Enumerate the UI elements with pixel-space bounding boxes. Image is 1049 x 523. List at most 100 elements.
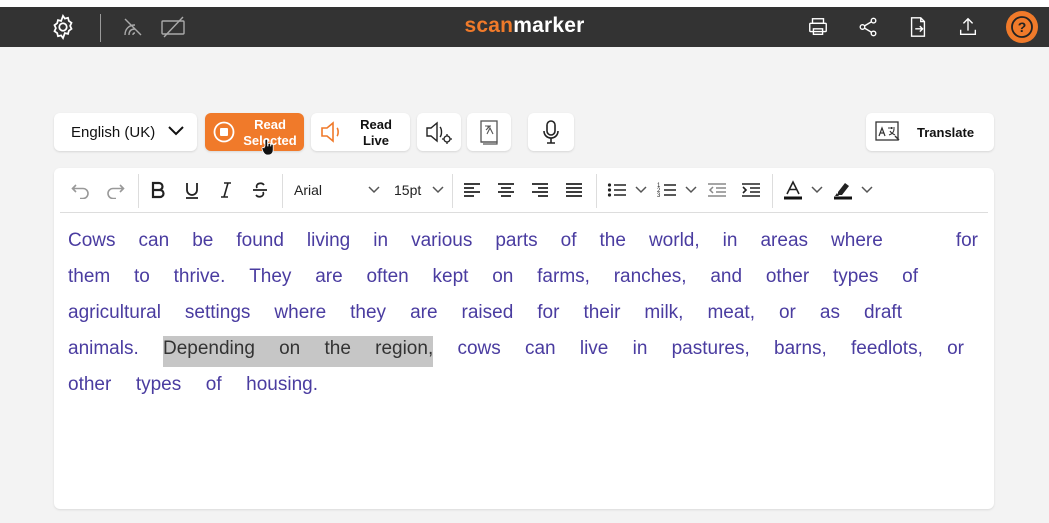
word: their (583, 302, 621, 323)
upload-icon[interactable] (956, 7, 980, 47)
bold-icon[interactable] (148, 178, 168, 202)
word: the (324, 338, 351, 359)
hand-cursor-icon (261, 138, 274, 156)
text-line: agricultural settings where they are raised fo… (68, 295, 978, 331)
underline-icon[interactable] (182, 178, 202, 202)
word: in (632, 338, 648, 359)
word: of (205, 374, 222, 395)
word: found (236, 230, 284, 251)
dictionary-button[interactable] (467, 113, 511, 151)
word: or (778, 302, 796, 323)
text-editor[interactable]: Arial 15pt 123 Cows can be found living … (54, 168, 994, 509)
align-left-icon[interactable] (462, 178, 482, 202)
speaker-icon (321, 121, 339, 143)
word: kept (432, 266, 469, 287)
dictionary-icon (480, 120, 498, 145)
language-select[interactable]: English (UK) (54, 113, 197, 151)
word: living (306, 230, 351, 251)
voice-settings-button[interactable] (417, 113, 461, 151)
svg-text:?: ? (1018, 19, 1027, 35)
word: or (947, 338, 964, 359)
word: where (274, 302, 327, 323)
read-selected-label-1: Read (254, 117, 286, 132)
toolbar-divider (596, 174, 597, 208)
word: pastures, (671, 338, 750, 359)
word: barns, (774, 338, 827, 359)
microphone-icon (543, 120, 559, 144)
read-selected-button[interactable]: Read Selected (205, 113, 304, 156)
word: of (902, 266, 918, 287)
svg-text:3: 3 (657, 193, 661, 199)
stop-icon (213, 121, 235, 143)
word: feedlots, (851, 338, 923, 359)
indent-icon[interactable] (740, 178, 762, 202)
help-button[interactable]: ? (1006, 11, 1038, 43)
word: can (524, 338, 556, 359)
print-icon[interactable] (806, 7, 830, 47)
word: ranches, (613, 266, 687, 287)
word: live (579, 338, 609, 359)
word: world, (648, 230, 700, 251)
chevron-down-icon[interactable] (684, 178, 698, 202)
translate-button[interactable]: Translate (866, 113, 994, 151)
word: areas (760, 230, 809, 251)
toolbar-divider (772, 174, 773, 208)
chevron-down-icon[interactable] (860, 178, 874, 202)
word: other (68, 374, 112, 395)
font-size-select[interactable]: 15pt (394, 182, 421, 198)
top-bar: scanmarker ? (0, 7, 1049, 47)
word: types (832, 266, 879, 287)
chevron-down-icon[interactable] (810, 178, 824, 202)
highlighter-icon[interactable] (832, 178, 854, 202)
outdent-icon[interactable] (706, 178, 728, 202)
read-live-label-2: Live (362, 133, 389, 148)
text-color-icon[interactable] (782, 178, 804, 202)
word: types (135, 374, 182, 395)
chevron-down-icon[interactable] (430, 178, 446, 202)
bullet-list-icon[interactable] (606, 178, 628, 202)
microphone-button[interactable] (528, 113, 574, 151)
word: Cows (68, 230, 116, 251)
align-center-icon[interactable] (496, 178, 516, 202)
share-icon[interactable] (856, 7, 880, 47)
document-text[interactable]: Cows can be found living in various parts of the w… (68, 223, 978, 403)
text-line: Cows can be found living in various parts of the w… (68, 223, 978, 259)
read-live-button[interactable]: Read Live (311, 113, 410, 151)
word: on (492, 266, 514, 287)
word: on (279, 338, 301, 359)
word: various (411, 230, 473, 251)
word: for (955, 230, 978, 251)
word: are (410, 302, 438, 323)
redo-icon[interactable] (104, 178, 126, 202)
text-line: other types of housing. (68, 367, 978, 403)
word: settings (184, 302, 251, 323)
word: They (249, 266, 292, 287)
word: raised (461, 302, 514, 323)
chevron-down-icon[interactable] (634, 178, 648, 202)
word: milk, (644, 302, 684, 323)
chevron-down-icon[interactable] (366, 178, 382, 202)
font-family-select[interactable]: Arial (294, 182, 322, 198)
export-document-icon[interactable] (906, 7, 930, 47)
word: in (722, 230, 738, 251)
undo-icon[interactable] (70, 178, 92, 202)
toolbar-divider (282, 174, 283, 208)
word: for (537, 302, 560, 323)
translate-icon (875, 121, 900, 141)
word: be (192, 230, 214, 251)
strikethrough-icon[interactable] (250, 178, 270, 202)
word: region, (375, 338, 434, 359)
numbered-list-icon[interactable]: 123 (656, 178, 678, 202)
word: housing. (246, 374, 318, 395)
window-top-strip (0, 0, 1049, 7)
word: agricultural (68, 302, 161, 323)
translate-label: Translate (917, 125, 975, 140)
toolbar-divider (138, 174, 139, 208)
word: draft (863, 302, 902, 323)
align-right-icon[interactable] (530, 178, 550, 202)
word: Depending (162, 338, 255, 359)
word: thrive. (173, 266, 226, 287)
italic-icon[interactable] (216, 178, 236, 202)
align-justify-icon[interactable] (564, 178, 584, 202)
word: and (710, 266, 743, 287)
